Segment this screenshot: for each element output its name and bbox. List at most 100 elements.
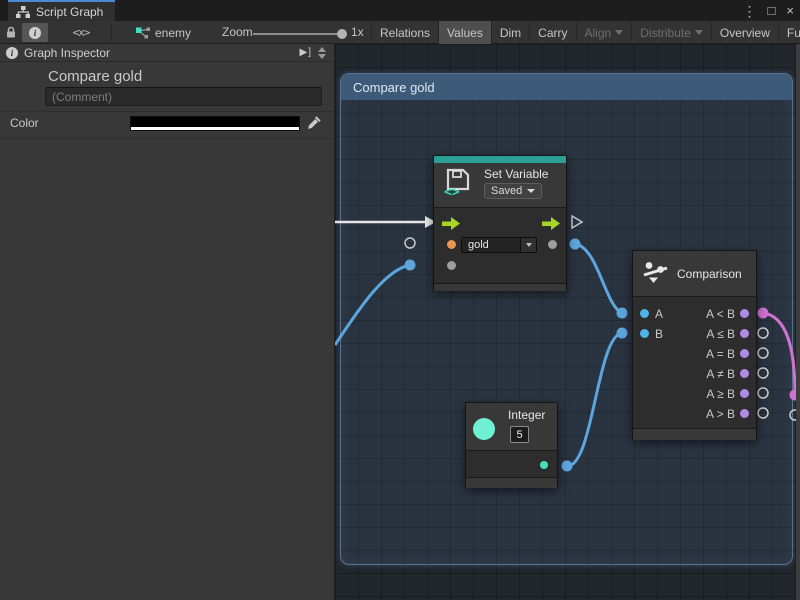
button-overview[interactable]: Overview — [711, 21, 778, 44]
button-full-screen[interactable]: Full Screen — [778, 21, 800, 44]
port-variable-name[interactable] — [447, 240, 456, 249]
node-accent-strip — [434, 156, 566, 163]
toggle-carry[interactable]: Carry — [529, 21, 575, 44]
unconnected-port-circle[interactable] — [758, 388, 768, 398]
unconnected-port-circle[interactable] — [758, 348, 768, 358]
unconnected-port-circle[interactable] — [405, 238, 415, 248]
node-comparison[interactable]: Comparison A A < B B A ≤ B A = B A ≠ B — [632, 250, 757, 440]
port-input-a[interactable] — [640, 309, 649, 318]
tab-label: Script Graph — [36, 5, 103, 19]
comment-input[interactable] — [45, 87, 322, 106]
graph-inspector-panel: i Graph Inspector ▶] Compare gold Color — [0, 44, 335, 600]
chevron-down-icon — [615, 30, 623, 35]
wire-endpoint[interactable] — [758, 308, 769, 319]
port-output-a-lte-b[interactable] — [740, 329, 749, 338]
preview-code-button[interactable]: <x> — [58, 23, 104, 42]
title-bar: Script Graph ⋮ □ × — [0, 0, 800, 21]
eyedropper-button[interactable] — [304, 114, 324, 132]
integer-value-field[interactable]: 5 — [510, 426, 529, 443]
port-input-b[interactable] — [640, 329, 649, 338]
port-output-a-gt-b[interactable] — [740, 409, 749, 418]
node-footer — [434, 283, 566, 291]
graph-breadcrumb-enemy[interactable]: enemy — [136, 23, 191, 42]
comparison-row: A ≥ B — [633, 384, 756, 404]
port-output-a-gte-b[interactable] — [740, 389, 749, 398]
variable-name-dropdown[interactable]: gold — [461, 237, 537, 253]
flow-output-triangle[interactable] — [572, 216, 582, 228]
graph-canvas[interactable]: Compare gold — [335, 44, 800, 600]
tab-script-graph[interactable]: Script Graph — [8, 0, 115, 21]
panel-scroll-spinner[interactable] — [318, 47, 328, 59]
zoom-label: Zoom — [222, 25, 253, 39]
wire-setvar-to-a[interactable] — [575, 244, 622, 313]
spin-down-icon — [318, 54, 326, 59]
node-title: Comparison — [677, 267, 742, 281]
port-output-a-neq-b[interactable] — [740, 369, 749, 378]
divider — [0, 111, 334, 112]
maximize-icon[interactable]: □ — [768, 4, 776, 17]
zoom-slider[interactable] — [253, 33, 343, 35]
chevron-down-icon — [520, 238, 536, 252]
toolbar-separator — [111, 23, 112, 42]
dock-panel-icon[interactable]: ▶] — [300, 47, 312, 58]
script-graph-icon — [16, 6, 30, 18]
node-footer — [466, 477, 557, 488]
chevron-down-icon — [695, 30, 703, 35]
node-footer — [633, 428, 756, 440]
port-output-value[interactable] — [548, 240, 557, 249]
wire-endpoint[interactable] — [617, 308, 628, 319]
inspector-title: Graph Inspector — [24, 46, 110, 60]
spin-up-icon — [318, 47, 326, 52]
inspector-toggle-button[interactable]: i — [22, 23, 48, 42]
node-title: Integer — [508, 408, 545, 422]
wire-endpoint[interactable] — [405, 260, 416, 271]
port-output-a-eq-b[interactable] — [740, 349, 749, 358]
node-set-variable[interactable]: <> Set Variable Saved gold — [433, 155, 567, 291]
toolbar-toggles: Relations Values Dim Carry Align Distrib… — [371, 21, 800, 44]
window-menu-icon[interactable]: ⋮ — [743, 4, 757, 18]
flow-output-arrow-icon[interactable] — [542, 217, 560, 230]
comparison-row: A ≠ B — [633, 364, 756, 384]
toggle-values[interactable]: Values — [438, 21, 491, 44]
graph-breadcrumb-label: enemy — [155, 26, 191, 40]
comparison-row: B A ≤ B — [633, 324, 756, 344]
graph-toolbar: i <x> enemy Zoom 1x Relations Values Dim… — [0, 21, 800, 44]
toggle-dim[interactable]: Dim — [491, 21, 529, 44]
svg-text:<>: <> — [444, 185, 460, 197]
dropdown-align: Align — [576, 21, 632, 44]
unconnected-port-circle[interactable] — [758, 368, 768, 378]
variable-scope-dropdown[interactable]: Saved — [484, 183, 542, 199]
color-alpha-bar — [131, 127, 299, 130]
graph-title: Compare gold — [48, 68, 142, 85]
chevron-down-icon — [527, 189, 535, 193]
port-input-value[interactable] — [447, 261, 456, 270]
lock-button[interactable] — [2, 23, 20, 42]
flow-input-arrow-icon[interactable] — [442, 217, 460, 230]
close-icon[interactable]: × — [786, 4, 794, 17]
port-output-a-lt-b[interactable] — [740, 309, 749, 318]
code-icon: <x> — [73, 26, 90, 39]
comparison-row: A > B — [633, 404, 756, 424]
toggle-relations[interactable]: Relations — [371, 21, 438, 44]
wire-integer-to-b[interactable] — [567, 333, 622, 466]
unconnected-port-circle[interactable] — [758, 328, 768, 338]
wire-endpoint[interactable] — [617, 328, 628, 339]
lock-icon — [5, 26, 17, 39]
wire-value-input[interactable] — [335, 265, 410, 345]
zoom-slider-handle[interactable] — [337, 29, 347, 39]
port-integer-output[interactable] — [540, 461, 548, 469]
unconnected-port-circle[interactable] — [758, 408, 768, 418]
graph-node-icon — [136, 27, 150, 39]
wire-endpoint[interactable] — [570, 239, 581, 250]
comparison-icon — [643, 261, 669, 285]
wire-endpoint[interactable] — [562, 461, 573, 472]
node-integer[interactable]: Integer 5 — [465, 402, 558, 488]
color-swatch[interactable] — [130, 116, 300, 131]
window-edge — [796, 44, 800, 600]
divider — [0, 138, 334, 139]
script-graph-window: Script Graph ⋮ □ × i <x> — [0, 0, 800, 600]
info-icon: i — [29, 27, 41, 39]
node-title: Set Variable — [484, 167, 548, 181]
zoom-value: 1x — [351, 25, 364, 39]
color-field-label: Color — [10, 116, 39, 130]
